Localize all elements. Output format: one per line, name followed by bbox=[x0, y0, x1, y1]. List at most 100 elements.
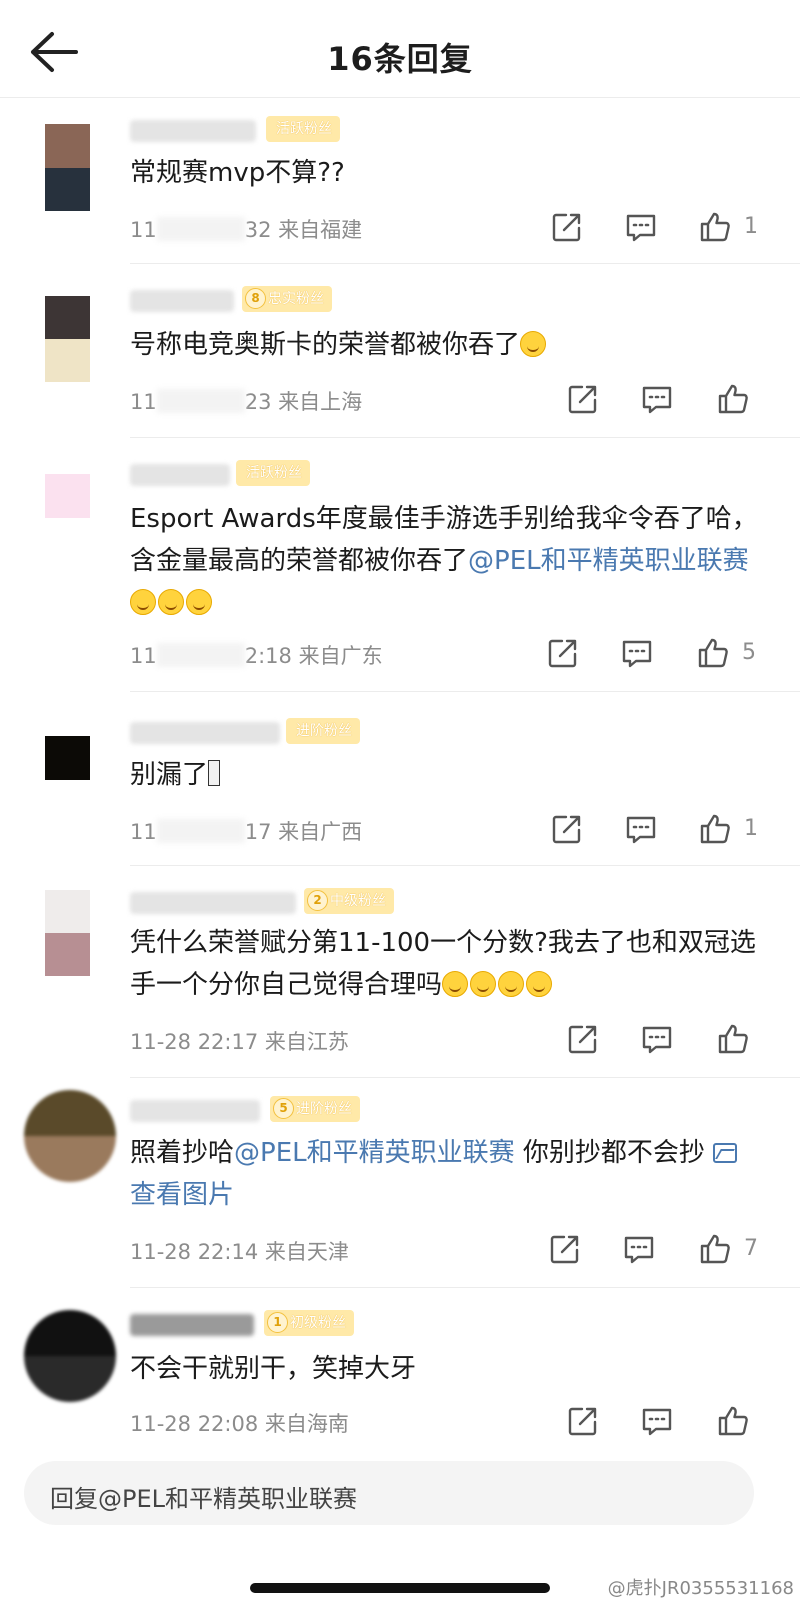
comment-button[interactable] bbox=[624, 210, 658, 244]
username-blurred[interactable] bbox=[130, 1100, 260, 1122]
avatar-bottom bbox=[24, 1136, 116, 1182]
comment-meta: 11-28 22:17 来自江苏 bbox=[130, 1020, 800, 1060]
username-blurred[interactable] bbox=[130, 464, 230, 486]
comment-time: 11-28 22:14 来自天津 bbox=[130, 1236, 349, 1266]
comment-time: 11 32 来自福建 bbox=[130, 214, 362, 244]
comment-button[interactable] bbox=[622, 1232, 656, 1266]
like-count: 1 bbox=[744, 214, 758, 239]
fan-badge[interactable]: 5 进阶粉丝 bbox=[270, 1096, 360, 1122]
like-button[interactable] bbox=[716, 382, 750, 416]
home-indicator[interactable] bbox=[250, 1583, 550, 1593]
username-blurred[interactable] bbox=[130, 290, 234, 312]
time-blurred bbox=[156, 819, 245, 843]
like-count: 1 bbox=[744, 816, 758, 841]
like-button[interactable] bbox=[698, 1232, 732, 1266]
like-button[interactable] bbox=[696, 636, 730, 670]
thumbs-up-icon bbox=[718, 384, 748, 414]
comment-button[interactable] bbox=[640, 1404, 674, 1438]
location: 来自广西 bbox=[278, 820, 363, 844]
like-button[interactable] bbox=[698, 812, 732, 846]
comment-button[interactable] bbox=[640, 1022, 674, 1056]
comment-text: 常规赛mvp不算?? bbox=[130, 152, 760, 194]
comment-body: 别漏了 bbox=[130, 760, 209, 790]
time-text: 11-28 22:17 bbox=[130, 1030, 259, 1054]
watermark: @虎扑JR0355531168 bbox=[607, 1578, 794, 1599]
fan-badge[interactable]: 活跃粉丝 bbox=[236, 460, 310, 486]
share-button[interactable] bbox=[546, 636, 580, 670]
comment-text: 不会干就别干，笑掉大牙 bbox=[130, 1348, 760, 1390]
emoji bbox=[158, 589, 184, 615]
avatar[interactable] bbox=[45, 736, 90, 780]
avatar-bottom bbox=[45, 167, 90, 211]
comment-time: 11-28 22:08 来自海南 bbox=[130, 1408, 349, 1438]
like-button[interactable] bbox=[716, 1404, 750, 1438]
fan-badge-label: 进阶粉丝 bbox=[296, 723, 352, 739]
time-end: 17 bbox=[244, 820, 272, 844]
mention-link[interactable]: @PEL和平精英职业联赛 bbox=[234, 1138, 515, 1168]
location: 来自福建 bbox=[278, 218, 363, 242]
share-button[interactable] bbox=[566, 1404, 600, 1438]
comment-time: 11 2:18 来自广东 bbox=[130, 640, 383, 670]
share-button[interactable] bbox=[550, 210, 584, 244]
like-button[interactable] bbox=[716, 1022, 750, 1056]
fan-level: 2 bbox=[307, 890, 328, 911]
username-blurred[interactable] bbox=[130, 120, 256, 142]
share-button[interactable] bbox=[548, 1232, 582, 1266]
username-blurred[interactable] bbox=[130, 1314, 254, 1336]
fan-badge[interactable]: 2 中级粉丝 bbox=[304, 888, 394, 914]
avatar-top bbox=[45, 736, 90, 780]
avatar[interactable] bbox=[45, 296, 90, 382]
thumbs-up-icon bbox=[698, 638, 728, 668]
fan-badge[interactable]: 8 忠实粉丝 bbox=[242, 286, 332, 312]
comment-item: 5 进阶粉丝 照着抄哈@PEL和平精英职业联赛 你别抄都不会抄 查看图片 11-… bbox=[0, 1078, 800, 1288]
avatar-top bbox=[45, 296, 90, 339]
time-blurred bbox=[156, 389, 245, 413]
reply-placeholder: 回复@PEL和平精英职业联赛 bbox=[50, 1485, 358, 1513]
username-blurred[interactable] bbox=[130, 892, 296, 914]
mention-link[interactable]: @PEL和平精英职业联赛 bbox=[468, 546, 749, 576]
fan-badge-label: 忠实粉丝 bbox=[268, 291, 324, 307]
image-icon bbox=[713, 1143, 738, 1163]
comment-time: 11-28 22:17 来自江苏 bbox=[130, 1026, 349, 1056]
fan-badge-label: 活跃粉丝 bbox=[276, 121, 332, 137]
page-title: 16条回复 bbox=[327, 40, 473, 78]
comment-icon bbox=[624, 1236, 654, 1264]
comment-time: 11 17 来自广西 bbox=[130, 816, 362, 846]
time-text: 11-28 22:08 bbox=[130, 1412, 259, 1436]
comment-button[interactable] bbox=[624, 812, 658, 846]
avatar[interactable] bbox=[24, 1090, 116, 1182]
comment-meta: 11 32 来自福建 1 bbox=[130, 208, 800, 248]
emoji bbox=[130, 589, 156, 615]
share-button[interactable] bbox=[566, 382, 600, 416]
avatar[interactable] bbox=[24, 1310, 116, 1402]
avatar[interactable] bbox=[45, 890, 90, 976]
comment-time: 11 23 来自上海 bbox=[130, 386, 362, 416]
comment-meta: 11 17 来自广西 1 bbox=[130, 810, 800, 850]
fan-badge[interactable]: 活跃粉丝 bbox=[266, 116, 340, 142]
comment-meta: 11 2:18 来自广东 5 bbox=[130, 634, 800, 674]
share-button[interactable] bbox=[566, 1022, 600, 1056]
like-button[interactable] bbox=[698, 210, 732, 244]
username-blurred[interactable] bbox=[130, 722, 280, 744]
avatar[interactable] bbox=[45, 474, 90, 518]
comment-icon bbox=[642, 1408, 672, 1436]
time-end: 2:18 bbox=[244, 644, 292, 668]
time-start: 11 bbox=[130, 218, 157, 242]
fan-badge-label: 活跃粉丝 bbox=[246, 465, 302, 481]
avatar[interactable] bbox=[45, 124, 90, 211]
comment-button[interactable] bbox=[640, 382, 674, 416]
fan-badge-label: 进阶粉丝 bbox=[296, 1101, 352, 1117]
thumbs-up-icon bbox=[700, 212, 730, 242]
time-end: 32 bbox=[244, 218, 272, 242]
share-icon bbox=[568, 1407, 597, 1436]
comment-button[interactable] bbox=[620, 636, 654, 670]
fan-badge[interactable]: 1 初级粉丝 bbox=[264, 1310, 354, 1336]
reply-input[interactable]: 回复@PEL和平精英职业联赛 bbox=[24, 1461, 754, 1525]
avatar-top bbox=[24, 1310, 116, 1356]
share-button[interactable] bbox=[550, 812, 584, 846]
comment-item: 活跃粉丝 常规赛mvp不算?? 11 32 来自福建 1 bbox=[0, 98, 800, 264]
comment-body: 常规赛mvp不算?? bbox=[130, 158, 345, 188]
share-icon bbox=[548, 639, 577, 668]
fan-badge[interactable]: 进阶粉丝 bbox=[286, 718, 360, 744]
time-end: 23 bbox=[244, 390, 272, 414]
